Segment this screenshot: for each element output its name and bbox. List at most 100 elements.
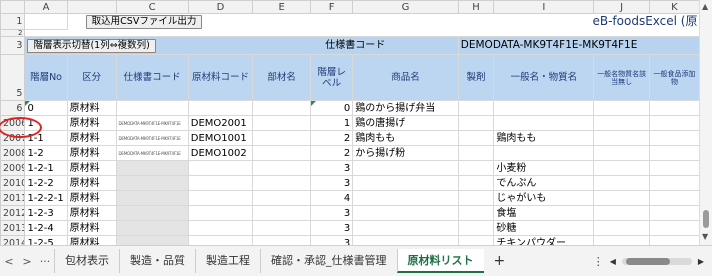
cell-level-no[interactable]: 1-2-3 [24, 205, 68, 221]
cell-made[interactable] [457, 115, 495, 131]
horizontal-scroll-thumb[interactable] [625, 257, 670, 265]
cell-raw-code[interactable] [187, 160, 254, 176]
options-icon[interactable]: ⋮ [593, 255, 604, 268]
cell-general[interactable] [493, 115, 595, 131]
cell-level-no[interactable]: 1-2-2-1 [24, 190, 68, 206]
cell-level[interactable]: 3 [309, 160, 354, 176]
cell-raw-code[interactable]: DEMO2001 [187, 115, 254, 131]
vertical-scroll-thumb[interactable] [703, 210, 709, 228]
scroll-right-icon[interactable]: ▶ [698, 257, 704, 266]
cell-k[interactable] [593, 205, 650, 221]
cell-level[interactable]: 3 [309, 235, 354, 245]
row-number[interactable]: 1 [0, 13, 26, 30]
cell-product[interactable]: 鶏の唐揚げ [352, 115, 459, 131]
cell-l[interactable] [648, 220, 701, 236]
cell-k[interactable] [593, 145, 650, 161]
cell-general[interactable]: 小麦粉 [493, 160, 595, 176]
cell-level-no[interactable]: 0 [24, 100, 68, 116]
cell-level[interactable]: 3 [309, 220, 354, 236]
cell-k[interactable] [593, 115, 650, 131]
cell-l[interactable] [648, 160, 701, 176]
row-number[interactable]: 2011 [0, 190, 26, 206]
cell-level[interactable]: 0 [309, 100, 354, 116]
select-all-corner[interactable] [0, 0, 26, 14]
cell-kubun[interactable]: 原材料 [66, 220, 117, 236]
row-number[interactable]: 2008 [0, 145, 26, 161]
cell-product[interactable]: 鶏肉もも [352, 130, 459, 146]
cell-spec-code[interactable]: DEMODATA-MK9T4F1E-MK9T4F1E [115, 130, 189, 146]
row-number[interactable]: 2014 [0, 235, 26, 245]
cell-level[interactable]: 2 [309, 145, 354, 161]
cell-l[interactable] [648, 190, 701, 206]
cell-raw-code[interactable]: DEMO1002 [187, 145, 254, 161]
next-sheet-icon[interactable]: > [18, 255, 36, 268]
cell-raw-code[interactable] [187, 175, 254, 191]
cell-level-no[interactable]: 1-2-4 [24, 220, 68, 236]
col-header[interactable]: I [493, 0, 595, 14]
cell-dept[interactable] [252, 220, 311, 236]
cell-level[interactable]: 3 [309, 205, 354, 221]
cell-level-no[interactable]: 1-2-5 [24, 235, 68, 245]
cell-made[interactable] [457, 145, 495, 161]
row-number[interactable]: 6 [0, 100, 26, 116]
scroll-down-icon[interactable]: ▼ [702, 232, 708, 241]
cell-general[interactable]: 食塩 [493, 205, 595, 221]
sheet-tab[interactable]: 製造工程 [195, 249, 260, 273]
spreadsheet-grid[interactable]: A C D E F G H I J K 1 取込用CSVファイル出力 eB-fo… [0, 0, 712, 245]
cell-made[interactable] [457, 220, 495, 236]
cell-level-no[interactable]: 1-2-2 [24, 175, 68, 191]
cell-general[interactable]: 鶏肉もも [493, 130, 595, 146]
sheet-tab[interactable]: 製造・品質 [119, 249, 195, 273]
col-header[interactable]: G [352, 0, 459, 14]
cell-k[interactable] [593, 175, 650, 191]
cell-general[interactable] [493, 145, 595, 161]
cell-raw-code[interactable] [187, 100, 254, 116]
cell-dept[interactable] [252, 205, 311, 221]
cell-l[interactable] [648, 115, 701, 131]
more-sheets-icon[interactable]: ··· [36, 255, 54, 268]
add-sheet-icon[interactable]: + [484, 249, 516, 273]
col-header[interactable]: C [115, 0, 189, 14]
cell-l[interactable] [648, 100, 701, 116]
cell-dept[interactable] [252, 115, 311, 131]
cell-dept[interactable] [252, 160, 311, 176]
col-header[interactable]: J [593, 0, 650, 14]
cell-spec-code[interactable] [115, 175, 189, 191]
sheet-tab[interactable]: 確認・承認_仕様書管理 [260, 249, 397, 273]
vertical-scrollbar[interactable]: ▲ ▼ [699, 0, 712, 245]
cell-level[interactable]: 2 [309, 130, 354, 146]
cell-k[interactable] [593, 235, 650, 245]
cell-kubun[interactable]: 原材料 [66, 205, 117, 221]
cell-spec-code[interactable] [115, 205, 189, 221]
cell-l[interactable] [648, 130, 701, 146]
cell-product[interactable] [352, 205, 459, 221]
cell-dept[interactable] [252, 175, 311, 191]
cell-k[interactable] [593, 190, 650, 206]
cell-dept[interactable] [252, 130, 311, 146]
row-number[interactable]: 2 [0, 29, 26, 37]
cell-k[interactable] [593, 160, 650, 176]
cell-spec-code[interactable] [115, 160, 189, 176]
col-header[interactable]: A [24, 0, 68, 14]
cell-kubun[interactable]: 原材料 [66, 190, 117, 206]
prev-sheet-icon[interactable]: < [0, 255, 18, 268]
scroll-up-icon[interactable]: ▲ [702, 2, 708, 11]
cell-product[interactable] [352, 220, 459, 236]
cell-spec-code[interactable] [115, 100, 189, 116]
cell-k[interactable] [593, 130, 650, 146]
row-number[interactable]: 2012 [0, 205, 26, 221]
row-number[interactable]: 5 [0, 54, 26, 101]
csv-export-button[interactable]: 取込用CSVファイル出力 [85, 14, 203, 29]
cell-made[interactable] [457, 190, 495, 206]
cell-made[interactable] [457, 130, 495, 146]
row-number[interactable]: 3 [0, 36, 26, 55]
cell-product[interactable]: から揚げ粉 [352, 145, 459, 161]
cell-dept[interactable] [252, 100, 311, 116]
cell-product[interactable]: 鶏のから揚げ弁当 [352, 100, 459, 116]
cell-made[interactable] [457, 160, 495, 176]
cell-kubun[interactable]: 原材料 [66, 235, 117, 245]
cell-kubun[interactable]: 原材料 [66, 175, 117, 191]
col-header[interactable]: K [648, 0, 701, 14]
cell-general[interactable]: 砂糖 [493, 220, 595, 236]
cell-l[interactable] [648, 205, 701, 221]
